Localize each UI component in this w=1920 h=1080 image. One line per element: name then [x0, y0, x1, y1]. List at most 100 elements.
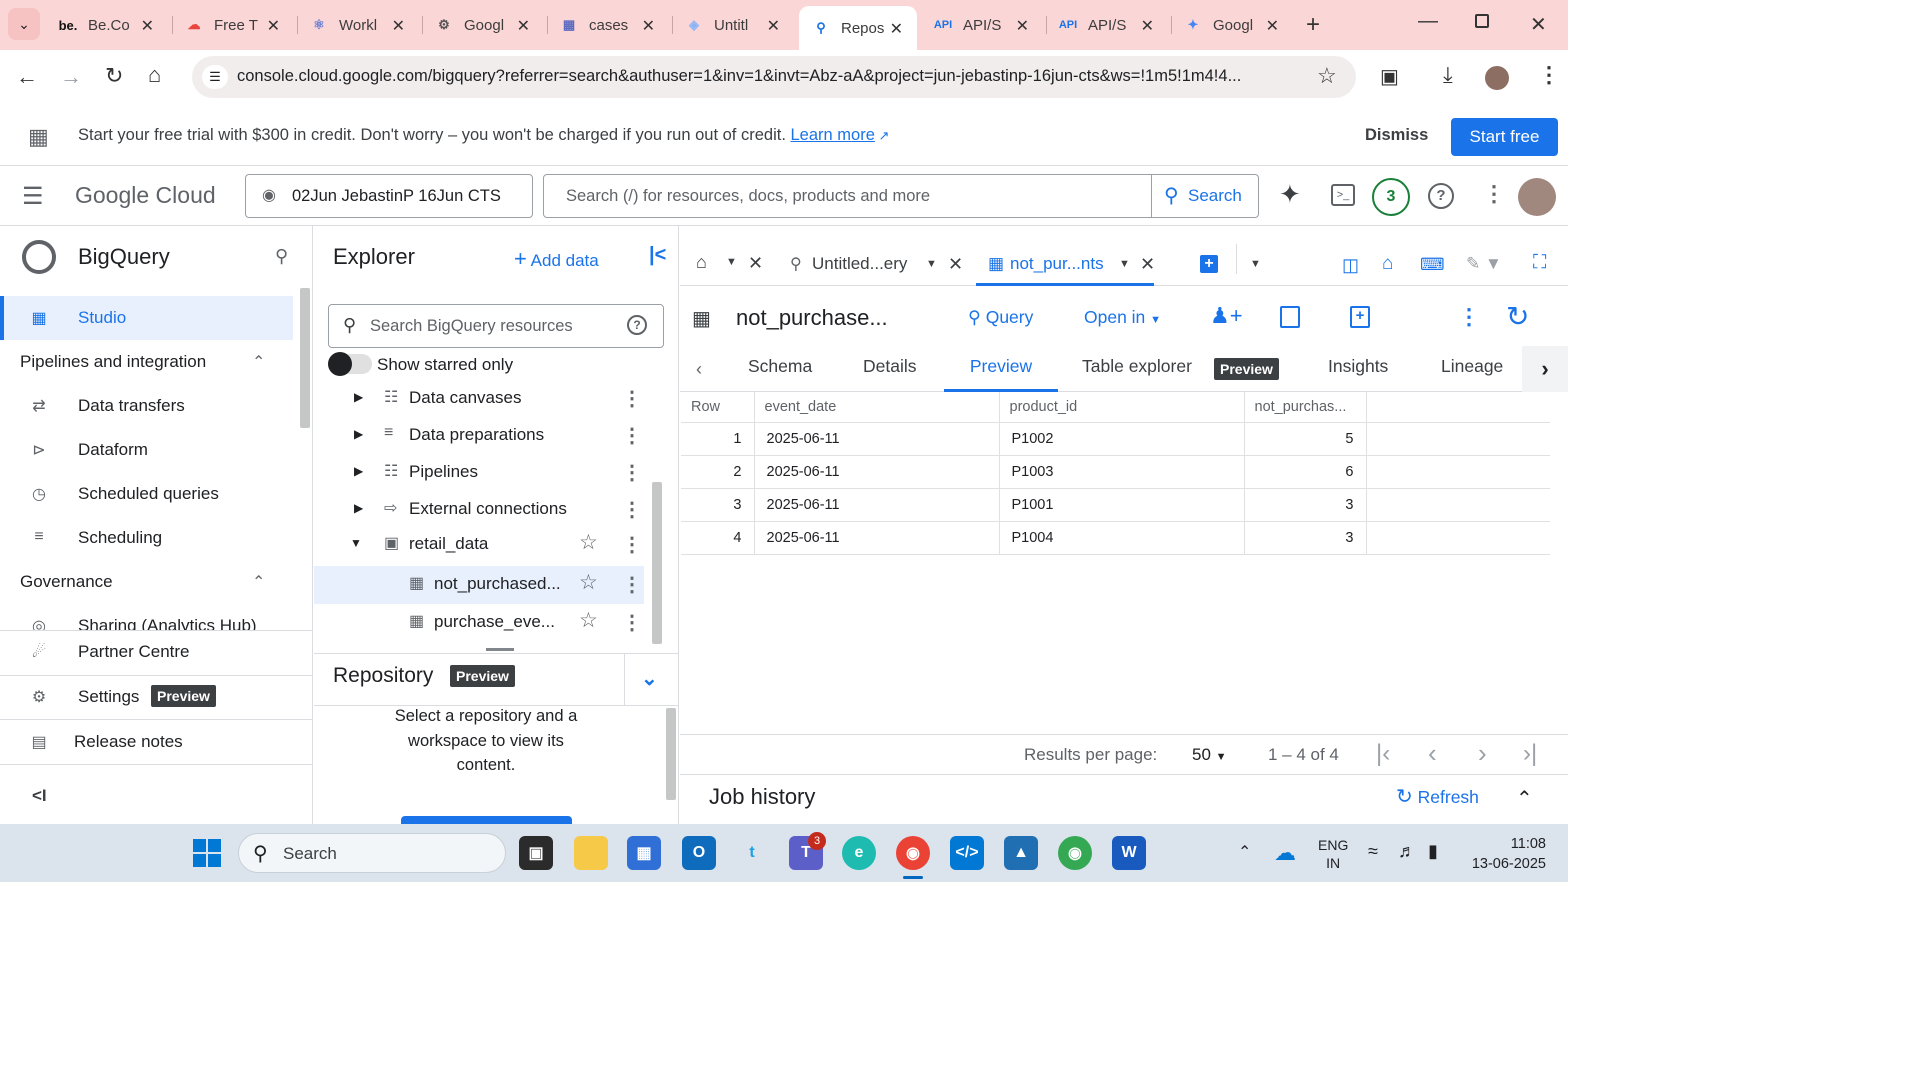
edge-icon[interactable]: e	[842, 836, 876, 870]
close-icon[interactable]: ✕	[1266, 16, 1279, 36]
notifications-badge[interactable]: 3	[1372, 178, 1410, 216]
more-actions-icon[interactable]: ⋮	[622, 532, 642, 557]
browser-tab-active[interactable]: ⚲ Repos ✕	[799, 6, 917, 50]
query-button[interactable]: ⚲ Query	[968, 307, 1033, 328]
caret-down-icon[interactable]: ▼	[726, 256, 737, 268]
app-icon[interactable]: t	[735, 836, 769, 870]
table-row[interactable]: 3 2025-06-11 P1001 3	[681, 488, 1550, 522]
minimize-button[interactable]: —	[1418, 10, 1438, 33]
clock[interactable]: 11:08 13-06-2025	[1466, 834, 1546, 874]
close-icon[interactable]: ✕	[267, 16, 280, 36]
tree-item-pipelines[interactable]: ▶ ☷ Pipelines ⋮	[314, 454, 654, 490]
vscode-icon[interactable]: </>	[950, 836, 984, 870]
close-icon[interactable]: ✕	[1016, 16, 1029, 36]
table-row[interactable]: 4 2025-06-11 P1004 3	[681, 521, 1550, 555]
word-icon[interactable]: W	[1112, 836, 1146, 870]
cloud-shell-icon[interactable]: >_	[1331, 184, 1355, 206]
refresh-button[interactable]: ↻ Refresh	[1396, 784, 1479, 809]
star-icon[interactable]: ☆	[579, 530, 598, 555]
tab-details[interactable]: Details	[863, 356, 917, 377]
more-actions-icon[interactable]: ⋮	[622, 386, 642, 411]
outlook-icon[interactable]: O	[682, 836, 716, 870]
sidebar-item-release-notes[interactable]: ▤ Release notes	[0, 720, 300, 764]
column-header[interactable]: not_purchas...	[1244, 392, 1367, 423]
sidebar-item-data-transfers[interactable]: ⇄ Data transfers	[0, 384, 300, 428]
onedrive-icon[interactable]: ☁	[1274, 840, 1296, 866]
browser-menu-icon[interactable]: ⋮	[1538, 62, 1560, 88]
url-text[interactable]: console.cloud.google.com/bigquery?referr…	[237, 67, 1312, 86]
new-tab-button[interactable]: +	[1306, 11, 1320, 39]
repository-scrollbar[interactable]	[666, 708, 676, 800]
column-header[interactable]: Row	[681, 392, 755, 423]
browser-tab[interactable]: ◈ Untitl ✕	[672, 8, 794, 42]
explorer-search-input[interactable]: Search BigQuery resources	[370, 317, 573, 336]
subtab-scroll-left-icon[interactable]: ‹	[696, 359, 702, 380]
sidebar-item-scheduled-queries[interactable]: ◷ Scheduled queries	[0, 472, 300, 516]
sidebar-item-studio[interactable]: ▦ Studio	[0, 296, 293, 340]
caret-right-icon[interactable]: ▶	[354, 501, 363, 515]
close-icon[interactable]: ✕	[1141, 16, 1154, 36]
learn-more-link[interactable]: Learn more	[791, 126, 875, 144]
explorer-search[interactable]: ⚲ Search BigQuery resources ?	[328, 304, 664, 348]
tree-item-table-selected[interactable]: ▦ not_purchased... ☆ ⋮	[314, 566, 644, 604]
tab-table-explorer[interactable]: Table explorer	[1082, 356, 1192, 377]
home-icon[interactable]: ⌂	[1382, 253, 1393, 275]
caret-down-icon[interactable]: ▼	[350, 536, 362, 550]
fullscreen-icon[interactable]: ⛶	[1533, 252, 1546, 274]
explorer-scrollbar[interactable]	[652, 482, 662, 644]
chevron-up-icon[interactable]: ⌃	[1516, 786, 1533, 811]
snapshot-icon[interactable]: +	[1350, 306, 1370, 328]
file-explorer-icon[interactable]	[574, 836, 608, 870]
close-icon[interactable]: ✕	[1140, 254, 1155, 275]
close-icon[interactable]: ✕	[767, 16, 780, 36]
volume-icon[interactable]: ♬	[1398, 841, 1416, 862]
battery-icon[interactable]: ▮	[1428, 841, 1438, 862]
sidebar-item-scheduling[interactable]: ≡ Scheduling	[0, 516, 300, 560]
browser-tab[interactable]: be. Be.Co ✕	[46, 8, 168, 42]
results-per-page-select[interactable]: 50 ▼	[1192, 745, 1227, 765]
table-row[interactable]: 2 2025-06-11 P1003 6	[681, 455, 1550, 489]
section-pipelines[interactable]: Pipelines and integration	[20, 352, 206, 372]
hamburger-menu-icon[interactable]: ☰	[22, 182, 44, 211]
chevron-up-icon[interactable]: ⌃	[1238, 842, 1251, 862]
google-cloud-logo[interactable]: Google Cloud	[75, 182, 216, 209]
star-icon[interactable]: ☆	[579, 608, 598, 633]
close-icon[interactable]: ✕	[748, 253, 763, 274]
star-icon[interactable]: ☆	[579, 570, 598, 595]
caret-right-icon[interactable]: ▶	[354, 427, 363, 441]
monitor-icon[interactable]: ◫	[1342, 255, 1359, 276]
browser-tab[interactable]: ⚙ Googl ✕	[422, 8, 544, 42]
tree-item-dataset[interactable]: ▼ ▣ retail_data ☆ ⋮	[314, 526, 654, 562]
browser-tab[interactable]: ✦ Googl ✕	[1171, 8, 1293, 42]
copy-icon[interactable]	[1280, 306, 1300, 328]
chevron-up-icon[interactable]: ⌃	[252, 352, 265, 372]
bookmark-star-icon[interactable]: ☆	[1317, 63, 1337, 89]
resize-handle[interactable]	[486, 648, 514, 651]
search-button[interactable]: ⚲ Search	[1151, 175, 1259, 217]
tab-insights[interactable]: Insights	[1328, 356, 1388, 377]
windows-start-icon[interactable]	[193, 839, 221, 867]
collapse-nav-button[interactable]: <I	[32, 786, 47, 806]
tab-not-purchased-active[interactable]: ▦ not_pur...nts ▼ ✕	[976, 226, 1155, 286]
tree-item-data-canvases[interactable]: ▶ ☷ Data canvases ⋮	[314, 380, 654, 416]
browser-tab[interactable]: API API/S ✕	[1046, 8, 1168, 42]
sidebar-item-settings[interactable]: ⚙ Settings Preview	[0, 675, 300, 719]
refresh-icon[interactable]: ↻	[1506, 300, 1529, 333]
forward-icon[interactable]: →	[60, 64, 82, 90]
column-header[interactable]: event_date	[754, 392, 1000, 423]
add-data-button[interactable]: + Add data	[514, 246, 599, 272]
sidebar-item-dataform[interactable]: ⊳ Dataform	[0, 428, 300, 472]
chrome-profile-icon[interactable]: ◉	[1058, 836, 1092, 870]
tree-item-data-preparations[interactable]: ▶ ≡ Data preparations ⋮	[314, 417, 654, 453]
share-person-icon[interactable]: ♟+	[1210, 303, 1243, 329]
home-tab[interactable]: ⌂	[696, 252, 707, 273]
more-actions-icon[interactable]: ⋮	[622, 610, 642, 635]
close-icon[interactable]: ✕	[517, 16, 530, 36]
more-actions-icon[interactable]: ⋮	[622, 497, 642, 522]
tab-search-button[interactable]: ⌄	[8, 8, 40, 40]
collapse-explorer-icon[interactable]: |<	[649, 244, 666, 267]
open-in-button[interactable]: Open in ▼	[1084, 307, 1161, 328]
restore-button[interactable]	[1475, 14, 1489, 28]
browser-tab[interactable]: API API/S ✕	[921, 8, 1043, 42]
tab-preview-active[interactable]: Preview	[944, 346, 1058, 392]
